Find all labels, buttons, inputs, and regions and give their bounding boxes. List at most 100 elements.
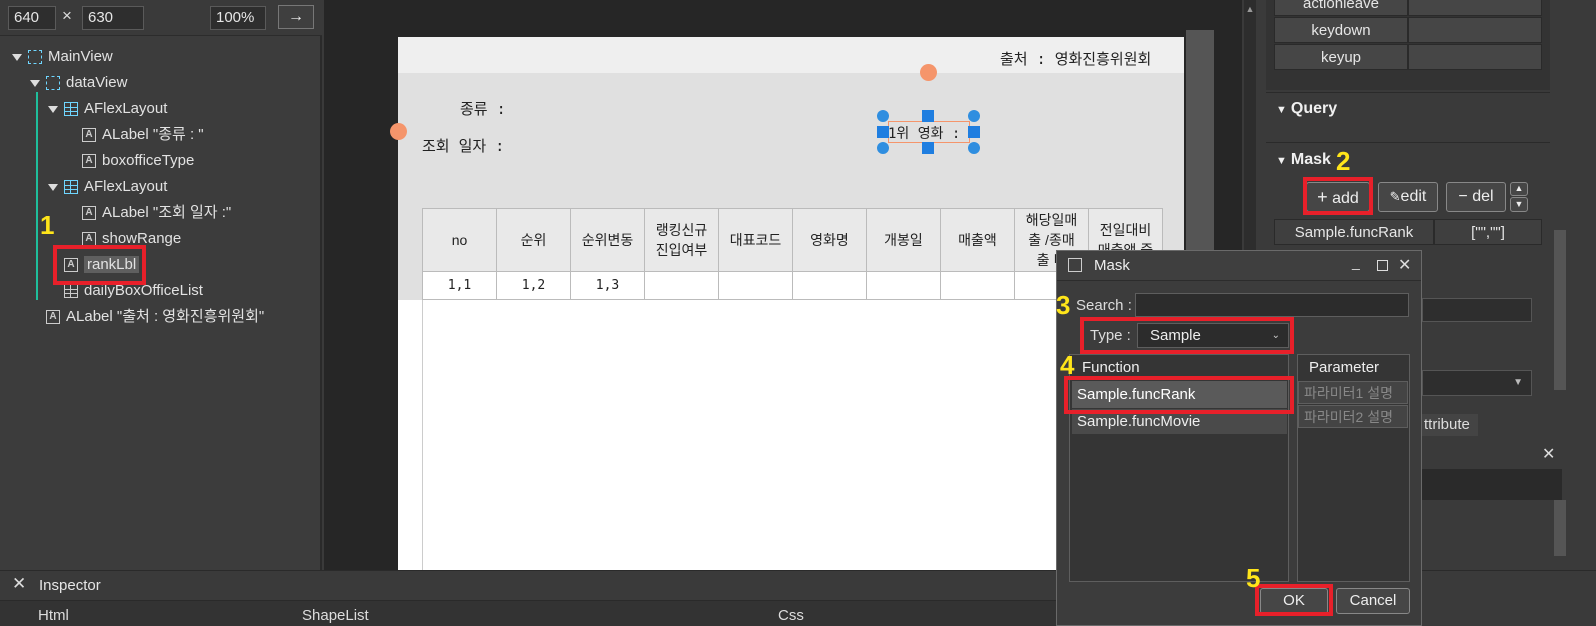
event-name[interactable]: keydown	[1274, 17, 1408, 43]
event-value[interactable]	[1408, 17, 1542, 43]
event-value[interactable]	[1408, 44, 1542, 70]
search-input[interactable]	[1135, 293, 1409, 317]
column-header[interactable]: 매출액	[940, 208, 1015, 272]
zoom-input[interactable]: 100%	[210, 6, 266, 30]
mask-header[interactable]: ▼ Mask	[1276, 151, 1331, 169]
layout-icon	[64, 102, 78, 117]
size-toolbar: 640 × 630 100% →	[0, 0, 322, 36]
box-office-grid[interactable]: no 순위 순위변동 랭킹신규 진입여부 대표코드 영화명 개봉일 매출액 해당…	[422, 208, 1163, 300]
minimize-icon[interactable]: _	[1352, 254, 1360, 270]
dialog-title: Mask	[1094, 257, 1130, 274]
layout-icon	[64, 180, 78, 195]
table-cell[interactable]	[940, 271, 1015, 300]
column-header[interactable]: 개봉일	[866, 208, 941, 272]
table-cell[interactable]	[792, 271, 867, 300]
expand-icon[interactable]	[48, 183, 58, 191]
panel-scrollbar[interactable]	[1554, 230, 1566, 390]
grid-border	[422, 300, 423, 570]
height-input[interactable]: 630	[82, 6, 144, 30]
tab-attribute[interactable]: ttribute	[1422, 414, 1478, 436]
tab-css[interactable]: Css	[778, 607, 804, 624]
resize-handle[interactable]	[877, 142, 889, 154]
resize-handle[interactable]	[922, 110, 934, 122]
resize-handle[interactable]	[922, 142, 934, 154]
step-5-marker: 5	[1246, 563, 1261, 593]
parameter-item[interactable]: 파라미터2 설명	[1298, 405, 1408, 428]
width-input[interactable]: 640	[8, 6, 56, 30]
step-2-marker: 2	[1336, 146, 1351, 176]
resize-handle[interactable]	[877, 126, 889, 138]
tree-item-mainview[interactable]: MainView	[12, 45, 113, 69]
column-header[interactable]: 랭킹신규 진입여부	[644, 208, 719, 272]
tab-html[interactable]: Html	[38, 607, 69, 624]
tree-item-label-date[interactable]: A ALabel "조회 일자 :"	[82, 201, 231, 225]
label-icon: A	[46, 310, 60, 325]
close-icon[interactable]: ✕	[1398, 255, 1411, 275]
table-cell[interactable]	[644, 271, 719, 300]
resize-handle[interactable]	[877, 110, 889, 122]
tree-item-label-type[interactable]: A ALabel "종류 : "	[82, 123, 204, 147]
grid-icon	[64, 284, 78, 299]
scroll-up-icon[interactable]: ▲	[1244, 4, 1256, 14]
event-value[interactable]	[1408, 0, 1542, 16]
column-header[interactable]: 순위	[496, 208, 571, 272]
maximize-icon[interactable]	[1377, 260, 1388, 271]
pencil-icon: ✎	[1389, 189, 1401, 204]
resize-handle[interactable]	[968, 126, 980, 138]
table-cell[interactable]: 1,3	[570, 271, 645, 300]
table-cell[interactable]	[718, 271, 793, 300]
parameter-item[interactable]: 파라미터1 설명	[1298, 381, 1408, 404]
lower-scrollbar[interactable]	[1554, 500, 1566, 556]
expand-icon[interactable]	[48, 105, 58, 113]
mask-del-button[interactable]: − del	[1446, 182, 1506, 212]
cancel-button[interactable]: Cancel	[1336, 588, 1410, 614]
event-name[interactable]: actionleave	[1274, 0, 1408, 16]
mask-param-cell[interactable]: ["",""]	[1434, 219, 1542, 245]
move-up-button[interactable]: ▲	[1510, 182, 1528, 196]
table-cell[interactable]: 1,2	[496, 271, 571, 300]
close-icon[interactable]: ✕	[12, 574, 26, 594]
close-icon[interactable]: ✕	[1542, 444, 1555, 464]
resize-handle[interactable]	[968, 142, 980, 154]
step-1-marker: 1	[40, 210, 55, 240]
tree-item-dataview[interactable]: dataView	[30, 71, 127, 95]
column-header[interactable]: 순위변동	[570, 208, 645, 272]
del-label: del	[1472, 188, 1494, 205]
property-select[interactable]: ▼	[1422, 370, 1532, 396]
move-down-button[interactable]: ▼	[1510, 197, 1528, 212]
column-header[interactable]: 대표코드	[718, 208, 793, 272]
event-name[interactable]: keyup	[1274, 44, 1408, 70]
column-header[interactable]: 영화명	[792, 208, 867, 272]
lower-panel-header	[1422, 442, 1562, 470]
expand-icon[interactable]	[12, 53, 22, 61]
expand-icon[interactable]	[30, 79, 40, 87]
label-icon: A	[82, 232, 96, 247]
table-cell[interactable]: 1,1	[422, 271, 497, 300]
tab-shapelist[interactable]: ShapeList	[302, 607, 369, 624]
column-header[interactable]: no	[422, 208, 497, 272]
query-header[interactable]: ▼ Query	[1276, 100, 1337, 118]
tree-item-boxofficetype[interactable]: AboxofficeType	[82, 149, 194, 173]
label-icon: A	[82, 154, 96, 169]
collapse-icon[interactable]: ▼	[1276, 155, 1287, 167]
step-4-marker: 4	[1060, 350, 1075, 380]
times-sign: ×	[62, 6, 72, 25]
collapse-icon[interactable]: ▼	[1276, 104, 1287, 116]
property-input[interactable]	[1422, 298, 1532, 322]
tree-item-label: AFlexLayout	[84, 100, 168, 117]
tree-item-label-source[interactable]: A ALabel "출처 : 영화진흥위원회"	[46, 305, 264, 329]
anchor-handle[interactable]	[390, 123, 407, 140]
tree-guide-line	[36, 92, 38, 300]
table-cell[interactable]	[866, 271, 941, 300]
type-label: 종류 :	[460, 100, 506, 118]
apply-size-button[interactable]: →	[278, 5, 314, 29]
anchor-handle[interactable]	[920, 64, 937, 81]
tree-item-flexlayout-2[interactable]: AFlexLayout	[48, 175, 167, 199]
mask-edit-button[interactable]: ✎edit	[1378, 182, 1438, 212]
inspector-tabbar	[0, 600, 1056, 626]
mask-function-cell[interactable]: Sample.funcRank	[1274, 219, 1434, 245]
tree-item-flexlayout-1[interactable]: AFlexLayout	[48, 97, 167, 121]
tree-item-label: ALabel "조회 일자 :"	[102, 204, 232, 221]
resize-handle[interactable]	[968, 110, 980, 122]
inspector-title: Inspector	[39, 577, 101, 594]
